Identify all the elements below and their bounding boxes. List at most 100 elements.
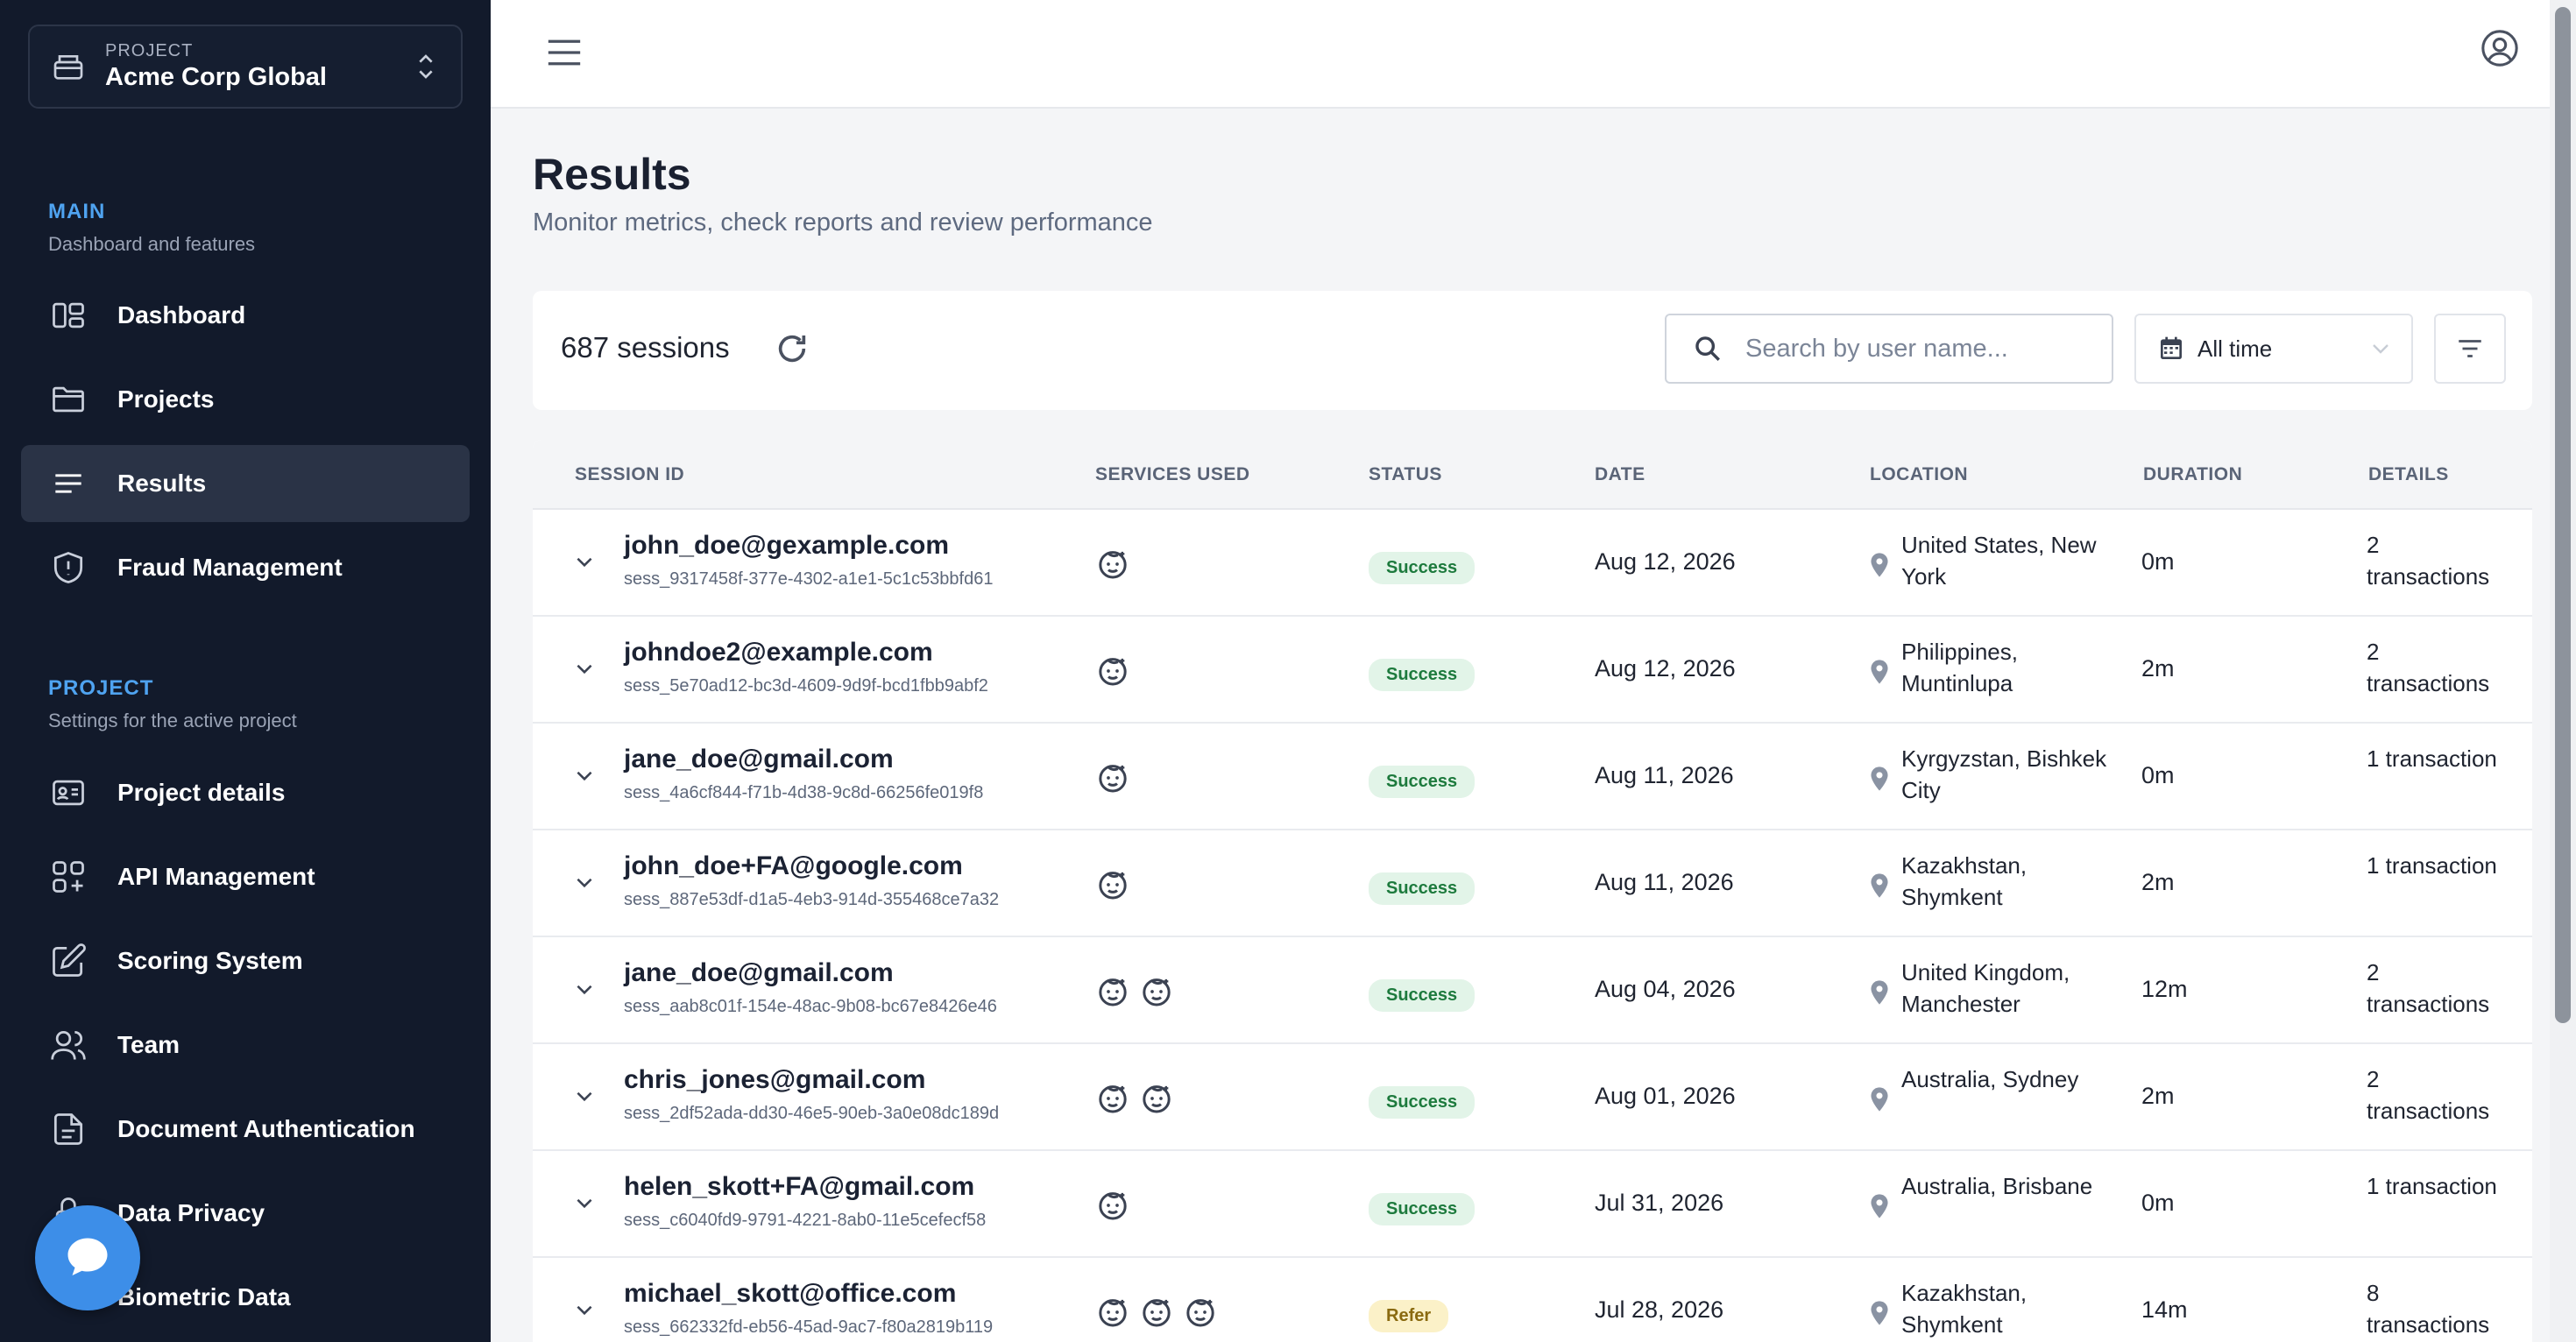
main-section-subtitle: Dashboard and features <box>48 233 256 255</box>
refresh-icon[interactable] <box>775 331 810 366</box>
session-details[interactable]: 2 transactions <box>2367 529 2507 592</box>
chevron-down-icon[interactable] <box>573 1298 596 1321</box>
session-location: Philippines, Muntinlupa <box>1901 639 2018 696</box>
document-icon <box>49 1110 88 1148</box>
session-date: Jul 31, 2026 <box>1595 1190 1724 1216</box>
session-user-email[interactable]: john_doe+FA@google.com <box>624 851 963 881</box>
session-details[interactable]: 1 transaction <box>2367 743 2507 774</box>
status-badge: Success <box>1369 1193 1476 1225</box>
session-duration: 0m <box>2141 762 2175 788</box>
sidebar-item-label: Team <box>117 1031 180 1058</box>
location-pin-icon <box>1871 1301 1888 1325</box>
table-row[interactable]: john_doe+FA@google.com sess_887e53df-d1a5… <box>533 830 2532 937</box>
chevron-down-icon[interactable] <box>573 978 596 1000</box>
table-row[interactable]: helen_skott+FA@gmail.com sess_c6040fd9-97… <box>533 1151 2532 1258</box>
session-location: Kazakhstan, Shymkent <box>1901 1280 2028 1338</box>
session-details[interactable]: 2 transactions <box>2367 1063 2507 1127</box>
search-input-wrapper[interactable] <box>1665 314 2113 384</box>
session-id: sess_9317458f-377e-4302-a1e1-5c1c53bbfd6… <box>624 569 994 589</box>
session-details[interactable]: 2 transactions <box>2367 636 2507 699</box>
sidebar-item-projects[interactable]: Projects <box>21 361 470 438</box>
users-icon <box>49 1026 88 1064</box>
chat-widget-button[interactable] <box>35 1205 140 1310</box>
session-user-email[interactable]: michael_skott@office.com <box>624 1279 956 1309</box>
chevron-down-icon[interactable] <box>573 871 596 893</box>
sidebar-item-fraud-management[interactable]: Fraud Management <box>21 529 470 606</box>
status-badge: Success <box>1369 872 1476 905</box>
user-circle-icon[interactable] <box>2480 28 2520 68</box>
sidebar-item-team[interactable]: Team <box>21 1006 470 1084</box>
column-header-duration[interactable]: DURATION <box>2143 464 2242 485</box>
chevron-down-icon[interactable] <box>573 1084 596 1107</box>
session-user-email[interactable]: john_doe@gexample.com <box>624 531 949 561</box>
face-verification-icon <box>1095 1295 1130 1330</box>
session-location: Kyrgyzstan, Bishkek City <box>1901 745 2107 803</box>
sidebar-item-dashboard[interactable]: Dashboard <box>21 277 470 354</box>
location-pin-icon <box>1871 766 1888 791</box>
id-card-icon <box>49 773 88 812</box>
session-details[interactable]: 1 transaction <box>2367 850 2507 881</box>
session-duration: 0m <box>2141 1190 2175 1216</box>
table-row[interactable]: jane_doe@gmail.com sess_4a6cf844-f71b-4d3… <box>533 724 2532 830</box>
table-row[interactable]: michael_skott@office.com sess_662332fd-eb… <box>533 1258 2532 1342</box>
session-location: United States, New York <box>1901 532 2097 590</box>
sidebar-item-label: API Management <box>117 863 315 890</box>
session-id: sess_aab8c01f-154e-48ac-9b08-bc67e8426e4… <box>624 997 997 1016</box>
column-header-status[interactable]: STATUS <box>1369 464 1442 485</box>
session-date: Aug 11, 2026 <box>1595 869 1734 895</box>
face-verification-icon <box>1183 1295 1218 1330</box>
services-used <box>1095 1188 1130 1223</box>
face-verification-icon <box>1095 1188 1130 1223</box>
session-date: Aug 12, 2026 <box>1595 548 1736 575</box>
chevron-down-icon[interactable] <box>573 764 596 787</box>
session-id: sess_c6040fd9-9791-4221-8ab0-11e5cefecf5… <box>624 1211 987 1230</box>
page-title: Results <box>533 150 691 199</box>
services-used <box>1095 1081 1174 1116</box>
session-user-email[interactable]: jane_doe@gmail.com <box>624 745 894 774</box>
session-user-email[interactable]: helen_skott+FA@gmail.com <box>624 1172 974 1202</box>
sidebar-item-label: Fraud Management <box>117 554 343 581</box>
sidebar-item-label: Projects <box>117 385 215 413</box>
face-verification-icon <box>1095 974 1130 1009</box>
sidebar-item-scoring-system[interactable]: Scoring System <box>21 922 470 999</box>
session-user-email[interactable]: johndoe2@example.com <box>624 638 933 667</box>
chevron-down-icon[interactable] <box>573 1191 596 1214</box>
column-header-date[interactable]: DATE <box>1595 464 1645 485</box>
table-row[interactable]: chris_jones@gmail.com sess_2df52ada-dd30-… <box>533 1044 2532 1151</box>
sidebar-item-results[interactable]: Results <box>21 445 470 522</box>
column-header-services-used[interactable]: SERVICES USED <box>1095 464 1250 485</box>
location-pin-icon <box>1871 660 1888 684</box>
page-subtitle: Monitor metrics, check reports and revie… <box>533 208 1153 237</box>
search-input[interactable] <box>1745 334 2096 364</box>
session-details[interactable]: 2 transactions <box>2367 957 2507 1020</box>
services-used <box>1095 547 1130 582</box>
table-row[interactable]: john_doe@gexample.com sess_9317458f-377e-… <box>533 510 2532 617</box>
filter-button[interactable] <box>2434 314 2506 384</box>
chevron-down-icon[interactable] <box>573 550 596 573</box>
scrollbar-thumb[interactable] <box>2555 7 2571 1023</box>
session-id: sess_662332fd-eb56-45ad-9ac7-f80a2819b11… <box>624 1317 994 1337</box>
session-details[interactable]: 8 transactions <box>2367 1277 2507 1340</box>
date-range-select[interactable]: All time <box>2134 314 2413 384</box>
page-scrollbar[interactable] <box>2550 0 2576 1342</box>
session-user-email[interactable]: chris_jones@gmail.com <box>624 1065 925 1095</box>
services-used <box>1095 1295 1218 1330</box>
session-duration: 0m <box>2141 548 2175 575</box>
column-header-details[interactable]: DETAILS <box>2368 464 2449 485</box>
hamburger-icon[interactable] <box>545 35 584 70</box>
sidebar-item-document-authentication[interactable]: Document Authentication <box>21 1091 470 1168</box>
session-id: sess_2df52ada-dd30-46e5-90eb-3a0e08dc189… <box>624 1104 1000 1123</box>
chevron-down-icon[interactable] <box>573 657 596 680</box>
session-details[interactable]: 1 transaction <box>2367 1170 2507 1202</box>
services-used <box>1095 867 1130 902</box>
table-row[interactable]: johndoe2@example.com sess_5e70ad12-bc3d-4… <box>533 617 2532 724</box>
sidebar-item-api-management[interactable]: API Management <box>21 838 470 915</box>
sidebar-item-project-details[interactable]: Project details <box>21 754 470 831</box>
table-row[interactable]: jane_doe@gmail.com sess_aab8c01f-154e-48a… <box>533 937 2532 1044</box>
column-header-location[interactable]: LOCATION <box>1870 464 1968 485</box>
session-location: United Kingdom, Manchester <box>1901 959 2070 1017</box>
project-switcher[interactable]: PROJECT Acme Corp Global <box>28 25 463 109</box>
column-header-session-id[interactable]: SESSION ID <box>575 464 684 485</box>
session-user-email[interactable]: jane_doe@gmail.com <box>624 958 894 988</box>
sidebar: PROJECT Acme Corp Global MAIN Dashboard … <box>0 0 491 1342</box>
